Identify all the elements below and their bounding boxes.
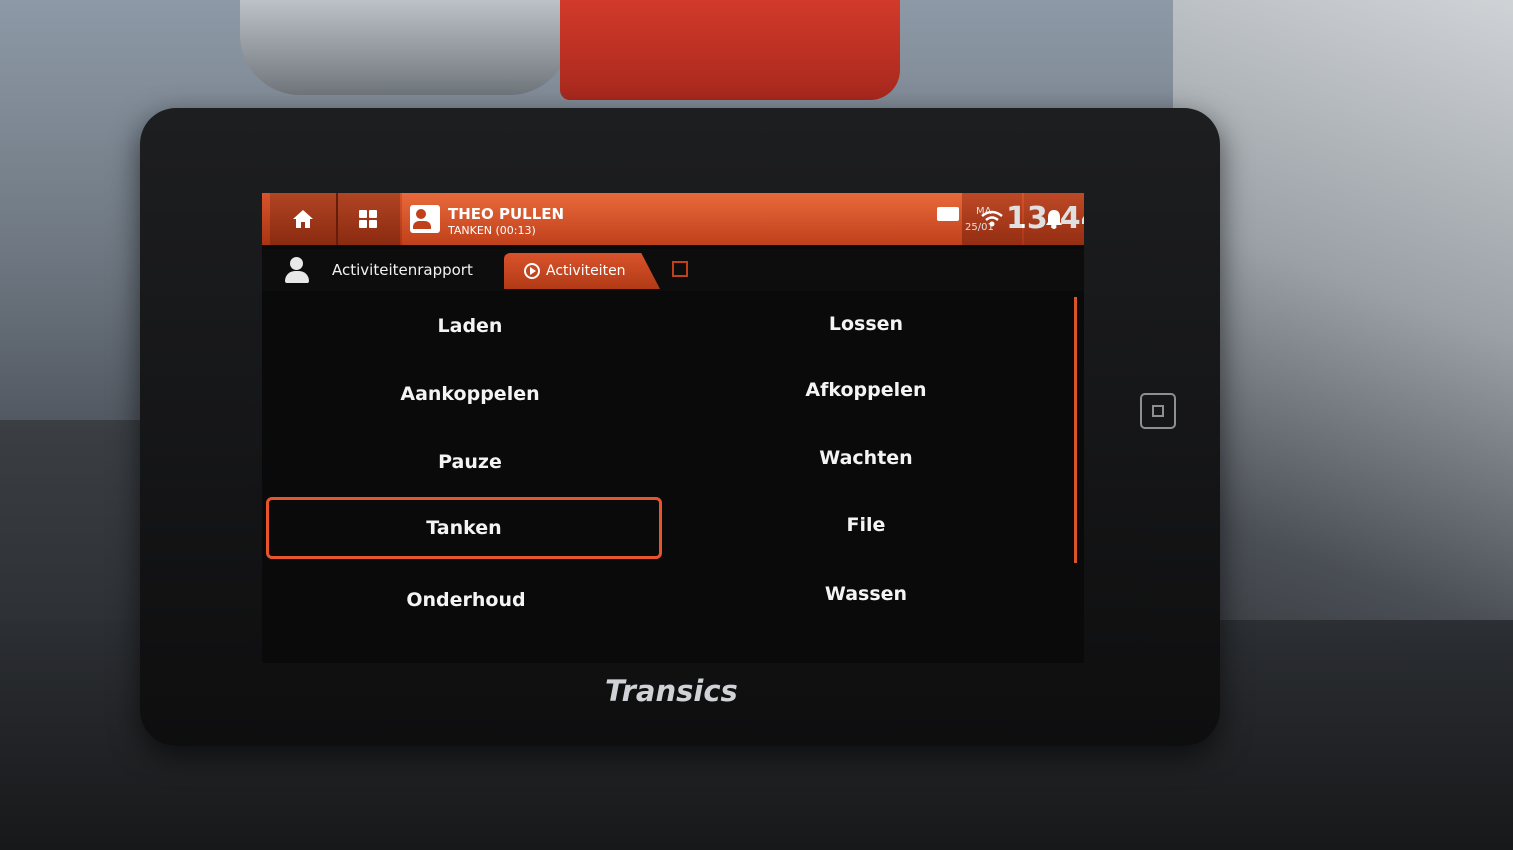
background-sunglasses <box>240 0 570 95</box>
activity-button-laden[interactable]: Laden <box>272 295 668 357</box>
tablet-screen: THEO PULLEN TANKEN (00:13) MA 25/01 13:4… <box>262 193 1084 663</box>
home-button[interactable] <box>270 193 336 245</box>
play-circle-icon <box>524 263 540 279</box>
activity-button-tanken-selected[interactable]: Tanken <box>266 497 662 559</box>
message-icon[interactable] <box>937 207 959 221</box>
scrollbar[interactable] <box>1074 297 1077 563</box>
activity-button-pauze[interactable]: Pauze <box>272 431 668 493</box>
tab-activities-label: Activiteiten <box>546 263 626 279</box>
bell-icon <box>1046 210 1062 229</box>
activity-button-file[interactable]: File <box>668 494 1064 556</box>
tab-activities[interactable]: Activiteiten <box>504 253 660 289</box>
user-icon <box>284 257 310 283</box>
wifi-button[interactable] <box>962 193 1022 245</box>
driver-name: THEO PULLEN <box>448 205 565 223</box>
activity-button-lossen[interactable]: Lossen <box>668 293 1064 355</box>
apps-button[interactable] <box>336 193 400 245</box>
top-bar: THEO PULLEN TANKEN (00:13) MA 25/01 13:4… <box>262 193 1084 245</box>
activity-grid: Laden Lossen Aankoppelen Afkoppelen Pauz… <box>262 293 1072 663</box>
notifications-button[interactable] <box>1024 193 1084 245</box>
driver-card-icon <box>410 205 440 233</box>
activity-button-onderhoud[interactable]: Onderhoud <box>268 569 664 631</box>
driver-status-panel[interactable]: THEO PULLEN TANKEN (00:13) MA 25/01 13:4… <box>402 193 1084 245</box>
background-red-package <box>560 0 900 100</box>
activity-button-afkoppelen[interactable]: Afkoppelen <box>668 359 1064 421</box>
device-brand-logo: Transics <box>605 674 738 708</box>
apps-grid-icon <box>359 210 377 228</box>
device-home-button[interactable] <box>1140 393 1176 429</box>
driver-activity-status: TANKEN (00:13) <box>448 224 536 237</box>
activity-button-wachten[interactable]: Wachten <box>668 427 1064 489</box>
tab-activity-report[interactable]: Activiteitenrapport <box>332 261 473 279</box>
home-icon <box>293 210 313 228</box>
activity-button-aankoppelen[interactable]: Aankoppelen <box>272 363 668 425</box>
wifi-icon <box>981 210 1003 227</box>
edit-icon[interactable] <box>672 261 688 277</box>
activity-button-wassen[interactable]: Wassen <box>668 563 1064 625</box>
